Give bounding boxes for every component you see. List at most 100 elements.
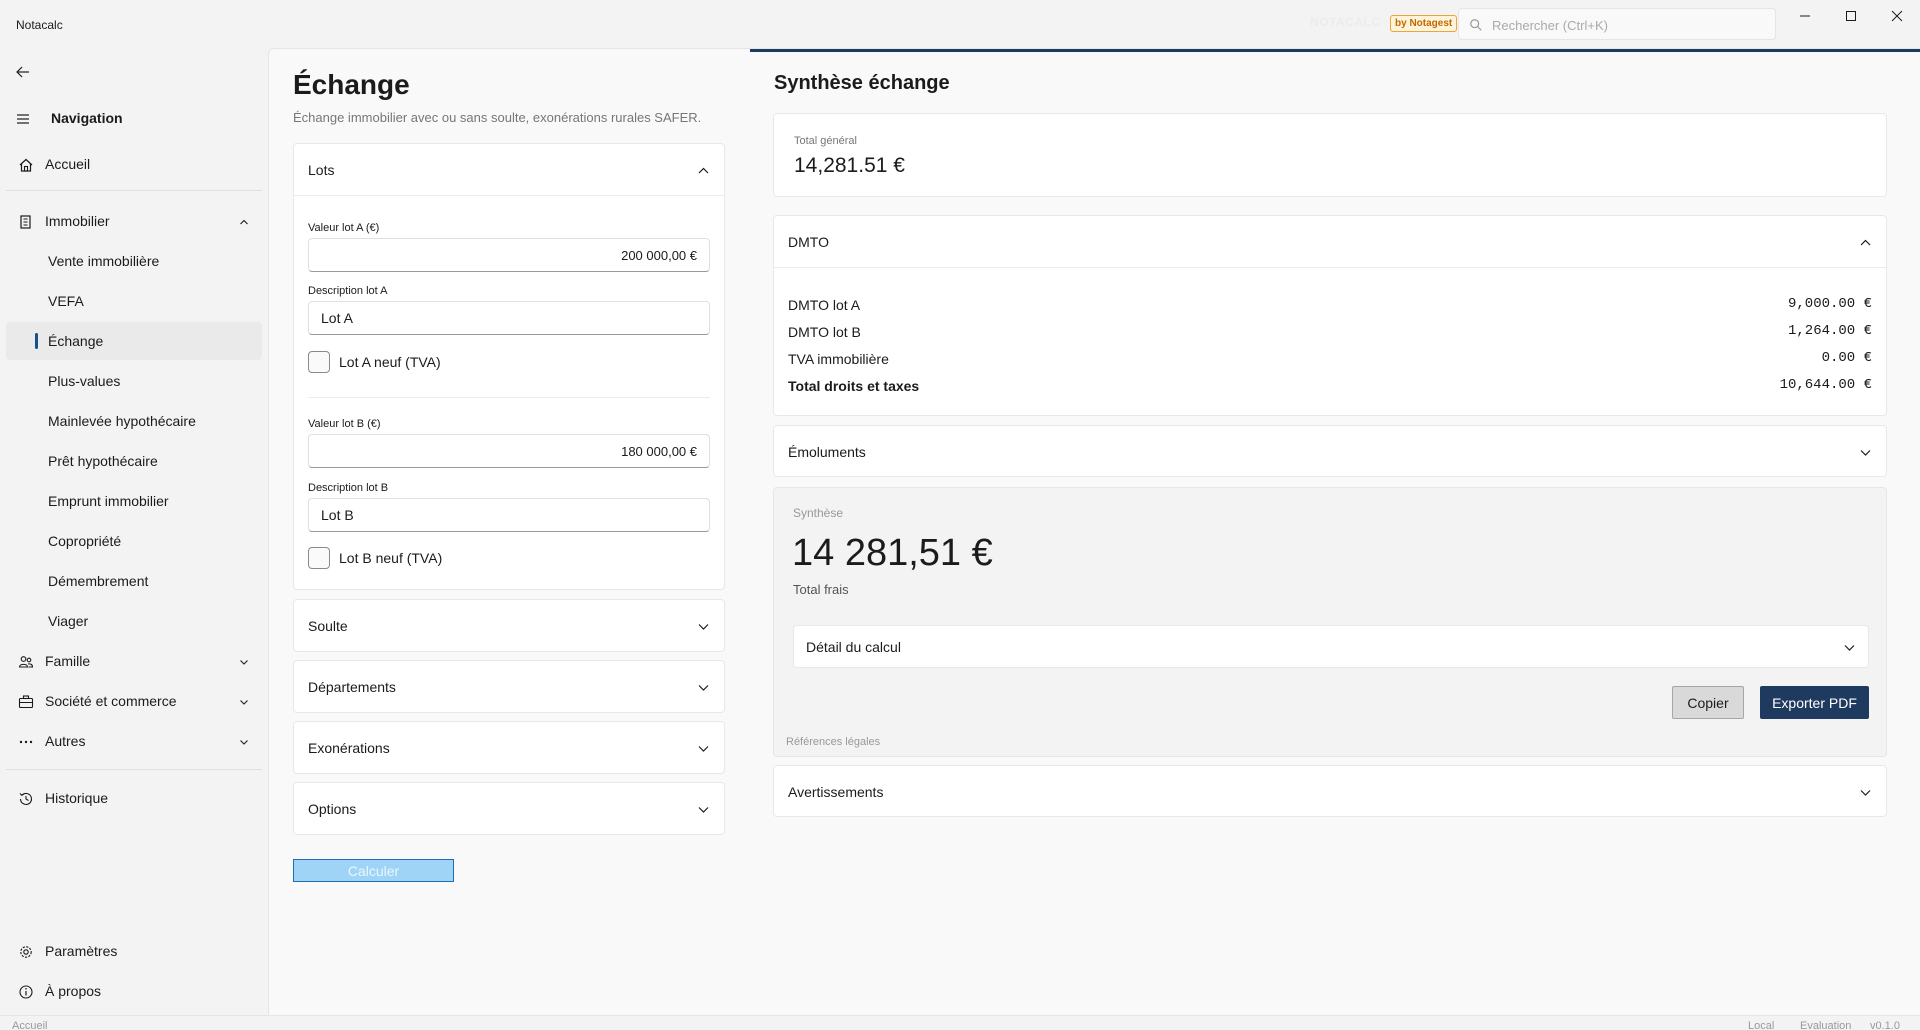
chevron-down-icon: [698, 807, 709, 813]
soulte-header[interactable]: Soulte: [294, 600, 724, 652]
soulte-section[interactable]: Soulte: [293, 599, 725, 652]
sidebar-item-label: Immobilier: [45, 213, 110, 229]
exonerations-header[interactable]: Exonérations: [294, 722, 724, 774]
chevron-down-icon: [698, 685, 709, 691]
valeur-lot-b-input[interactable]: [308, 434, 710, 468]
options-header[interactable]: Options: [294, 783, 724, 835]
departements-section[interactable]: Départements: [293, 660, 725, 713]
dmto-row-value: 1,264.00 €: [1787, 323, 1872, 339]
brand-logo: NOTACALC: [1310, 15, 1381, 29]
dmto-row-label: DMTO lot B: [788, 324, 861, 340]
sidebar-item-societe-et-commerce[interactable]: Société et commerce: [6, 682, 262, 720]
sidebar-item-pret-hypothecaire[interactable]: Prêt hypothécaire: [6, 442, 262, 480]
sidebar-item-a-propos[interactable]: À propos: [6, 972, 262, 1010]
section-label: Options: [308, 801, 357, 817]
options-section[interactable]: Options: [293, 782, 725, 835]
description-lot-a-input[interactable]: [308, 301, 710, 335]
synthese-total-caption: Total frais: [793, 582, 849, 597]
sidebar-item-plus-values[interactable]: Plus-values: [6, 362, 262, 400]
sidebar-item-viager[interactable]: Viager: [6, 602, 262, 640]
dmto-row-value: 9,000.00 €: [1787, 296, 1872, 312]
dmto-total-label: Total droits et taxes: [788, 378, 920, 394]
back-button[interactable]: [12, 61, 34, 83]
briefcase-icon: [18, 695, 34, 709]
avertissements-section[interactable]: Avertissements: [773, 765, 1887, 817]
sidebar-item-echange[interactable]: Échange: [6, 322, 262, 360]
detail-calcul-label: Détail du calcul: [806, 639, 901, 655]
synthese-label: Synthèse: [793, 506, 844, 520]
minimize-icon: [1800, 15, 1810, 17]
lots-header[interactable]: Lots: [294, 144, 724, 196]
search-input[interactable]: [1492, 15, 1767, 35]
copy-button[interactable]: Copier: [1672, 686, 1744, 719]
sidebar-item-label: Vente immobilière: [48, 253, 160, 269]
page-subtitle: Échange immobilier avec ou sans soulte, …: [293, 110, 702, 125]
menu-toggle-button[interactable]: [12, 108, 34, 130]
lot-b-neuf-checkbox-row[interactable]: Lot B neuf (TVA): [308, 547, 442, 569]
total-label: Total général: [794, 135, 857, 147]
sidebar-divider: [6, 769, 262, 770]
checkbox-label: Lot A neuf (TVA): [339, 354, 441, 370]
dmto-total-value: 10,644.00 €: [1779, 377, 1872, 393]
chevron-up-icon: [698, 167, 709, 174]
minimize-button[interactable]: [1782, 0, 1828, 32]
description-lot-a-label: Description lot A: [308, 285, 388, 297]
emoluments-section[interactable]: Émoluments: [773, 425, 1887, 477]
sidebar-item-label: Accueil: [45, 156, 91, 172]
sidebar-item-historique[interactable]: Historique: [6, 779, 262, 817]
sidebar-item-demembrement[interactable]: Démembrement: [6, 562, 262, 600]
dmto-row-label: DMTO lot A: [788, 297, 861, 313]
sidebar-item-copropriete[interactable]: Copropriété: [6, 522, 262, 560]
page-title: Échange: [293, 69, 410, 100]
synthese-card: Synthèse 14 281,51 € Total frais Détail …: [773, 487, 1887, 757]
sidebar-item-vente-immobiliere[interactable]: Vente immobilière: [6, 242, 262, 280]
chevron-down-icon: [1860, 790, 1871, 796]
sidebar-item-label: Prêt hypothécaire: [48, 453, 158, 469]
section-divider: [774, 267, 1886, 268]
results-title: Synthèse échange: [774, 72, 950, 94]
lot-a-neuf-checkbox-row[interactable]: Lot A neuf (TVA): [308, 351, 441, 373]
sidebar-item-accueil[interactable]: Accueil: [6, 145, 262, 183]
avertissements-header[interactable]: Avertissements: [774, 766, 1886, 818]
sidebar-item-autres[interactable]: Autres: [6, 722, 262, 760]
emoluments-header[interactable]: Émoluments: [774, 426, 1886, 478]
detail-calcul-expander[interactable]: Détail du calcul: [793, 625, 1869, 668]
valeur-lot-b-label: Valeur lot B (€): [308, 418, 381, 430]
departements-header[interactable]: Départements: [294, 661, 724, 713]
sidebar-item-label: Viager: [48, 613, 89, 629]
calculate-button[interactable]: Calculer: [293, 859, 454, 882]
sidebar-item-vefa[interactable]: VEFA: [6, 282, 262, 320]
gear-icon: [20, 946, 32, 958]
valeur-lot-a-input[interactable]: [308, 238, 710, 272]
nav-title: Navigation: [51, 110, 123, 126]
references-legales-link[interactable]: Références légales: [786, 736, 880, 748]
sidebar-item-famille[interactable]: Famille: [6, 642, 262, 680]
maximize-button[interactable]: [1828, 0, 1874, 32]
sidebar-item-label: VEFA: [48, 293, 84, 309]
lot-a-neuf-checkbox[interactable]: [308, 351, 330, 373]
sidebar-item-label: Démembrement: [48, 573, 149, 589]
people-icon: [18, 656, 34, 668]
status-license: Evaluation: [1800, 1020, 1852, 1030]
sidebar-item-immobilier[interactable]: Immobilier: [6, 202, 262, 240]
lots-divider: [308, 397, 710, 398]
sidebar-item-label: Emprunt immobilier: [48, 493, 169, 509]
section-label: Départements: [308, 679, 396, 695]
sidebar-item-parametres[interactable]: Paramètres: [6, 932, 262, 970]
hamburger-icon: [17, 114, 29, 124]
valeur-lot-a-label: Valeur lot A (€): [308, 222, 380, 234]
sidebar-item-label: Mainlevée hypothécaire: [48, 413, 196, 429]
sidebar-item-label: Société et commerce: [45, 693, 177, 709]
chevron-down-icon: [698, 624, 709, 630]
lot-b-neuf-checkbox[interactable]: [308, 547, 330, 569]
search-box[interactable]: [1458, 8, 1776, 40]
sidebar-item-mainlevee-hypothecaire[interactable]: Mainlevée hypothécaire: [6, 402, 262, 440]
sidebar-item-label: Plus-values: [48, 373, 121, 389]
sidebar-item-emprunt-immobilier[interactable]: Emprunt immobilier: [6, 482, 262, 520]
exonerations-section[interactable]: Exonérations: [293, 721, 725, 774]
section-label: Émoluments: [788, 444, 866, 460]
description-lot-b-input[interactable]: [308, 498, 710, 532]
export-pdf-button[interactable]: Exporter PDF: [1760, 686, 1869, 719]
dmto-header[interactable]: DMTO: [774, 216, 1886, 268]
close-button[interactable]: [1874, 0, 1920, 32]
